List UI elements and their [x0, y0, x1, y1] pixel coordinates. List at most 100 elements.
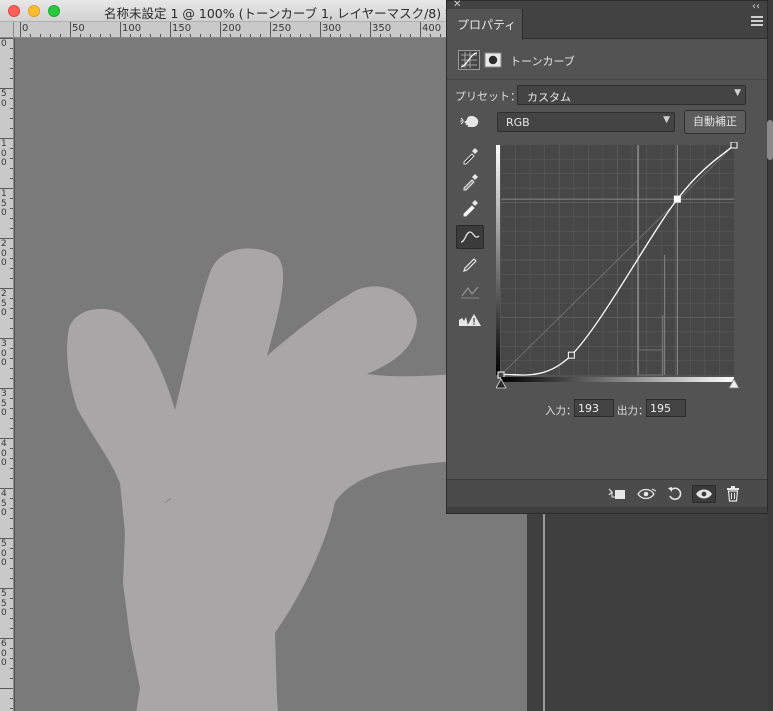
ruler-label: 400	[422, 23, 442, 34]
ruler-label: 50	[72, 23, 85, 34]
ruler-tick	[10, 258, 13, 259]
properties-panel: ✕ プロパティ トーンカーブ プリセット： カスタム ▼ RGB ▼ 自動補正 …	[446, 0, 768, 514]
ruler-tick	[10, 198, 13, 199]
ruler-tick	[10, 628, 13, 629]
curve-control-point	[673, 195, 681, 203]
curves-chart-svg[interactable]	[495, 141, 740, 399]
ruler-tick	[10, 108, 13, 109]
auto-button[interactable]: 自動補正	[684, 110, 746, 134]
document-title: 名称未設定 1 @ 100% (トーンカーブ 1, レイヤーマスク/8) *	[104, 6, 452, 21]
output-field[interactable]: 195	[646, 399, 686, 417]
ruler-tick	[10, 568, 13, 569]
ruler-tick	[10, 58, 13, 59]
channel-dropdown[interactable]: RGB ▼	[497, 112, 675, 132]
tab-properties[interactable]: プロパティ	[447, 9, 523, 40]
panel-header-strip: ✕	[447, 0, 767, 10]
ruler-tick	[420, 22, 421, 37]
ruler-tick	[10, 178, 13, 179]
ruler-label: 350	[372, 23, 392, 34]
output-gradient-bar	[496, 145, 500, 375]
panel-footer	[447, 479, 767, 507]
ruler-tick	[10, 318, 13, 319]
mask-icon[interactable]	[484, 52, 502, 68]
input-gradient-bar	[501, 377, 734, 382]
ruler-tick	[10, 498, 13, 499]
ruler-label: 6 0 0	[1, 639, 7, 668]
clip-to-layer-icon[interactable]	[607, 485, 627, 503]
preset-dropdown[interactable]: カスタム ▼	[517, 85, 746, 105]
ruler-tick	[10, 518, 13, 519]
channel-value: RGB	[506, 116, 530, 129]
eyedropper-gray-icon[interactable]	[456, 170, 484, 194]
ruler-tick	[10, 708, 13, 709]
photoshop-screen: 名称未設定 1 @ 100% (トーンカーブ 1, レイヤーマスク/8) * 0…	[0, 0, 773, 711]
ruler-tick	[10, 398, 13, 399]
ruler-label: 5 0 0	[1, 539, 7, 568]
ruler-tick	[10, 328, 13, 329]
visibility-icon[interactable]	[692, 485, 716, 503]
input-label: 入力：	[545, 405, 577, 417]
ruler-label: 250	[272, 23, 292, 34]
ruler-tick	[10, 298, 13, 299]
curve-control-point	[730, 141, 738, 149]
vertical-ruler[interactable]: 0 5 0 1 0 0 1 5 0 2 0 0 2 5 0 3 0 0 3 5 0 4 0 0 4…	[0, 38, 14, 711]
ruler-tick	[10, 698, 13, 699]
ruler-label: 1 5 0	[1, 189, 7, 218]
ruler-label: 3 0 0	[1, 339, 7, 368]
ruler-label: 0	[1, 39, 7, 49]
ruler-tick	[10, 278, 13, 279]
ruler-tick	[10, 428, 13, 429]
clipping-warning-icon[interactable]	[456, 308, 484, 332]
window-close-button[interactable]	[8, 5, 20, 17]
right-panel-dock	[768, 0, 773, 711]
ruler-label: 2 0 0	[1, 239, 7, 268]
ruler-tick	[10, 478, 13, 479]
curves-graph[interactable]	[495, 141, 740, 399]
horizontal-ruler[interactable]: 0 50 100 150 200 250 300 350 400	[14, 22, 446, 38]
ruler-tick	[120, 22, 121, 37]
targeted-adjustment-hand-icon[interactable]	[459, 113, 481, 131]
panel-resize-grip[interactable]	[447, 507, 767, 513]
eyedropper-black-icon[interactable]	[456, 144, 484, 168]
ruler-tick	[10, 608, 13, 609]
ruler-tick	[10, 528, 13, 529]
ruler-tick	[10, 468, 13, 469]
ruler-tick	[10, 678, 13, 679]
ruler-tick	[10, 98, 13, 99]
ruler-tick	[10, 618, 13, 619]
ruler-tick	[10, 348, 13, 349]
pencil-icon[interactable]	[456, 253, 484, 277]
panel-menu-icon[interactable]	[751, 16, 763, 26]
ruler-tick	[10, 598, 13, 599]
smooth-curve-icon[interactable]	[456, 280, 484, 304]
ruler-tick	[10, 448, 13, 449]
workspace-guide-line	[543, 514, 545, 711]
curve-control-point	[567, 351, 575, 359]
ruler-tick	[220, 22, 221, 37]
ruler-tick	[320, 22, 321, 37]
chevron-down-icon: ▼	[663, 115, 670, 125]
reset-icon[interactable]	[665, 485, 685, 503]
ruler-tick	[370, 22, 371, 37]
view-previous-icon[interactable]	[637, 485, 657, 503]
collapse-panels-icon[interactable]: ‹‹	[752, 1, 760, 12]
ruler-label: 5 0	[1, 89, 7, 109]
eyedropper-white-icon[interactable]	[456, 196, 484, 220]
ruler-origin[interactable]	[0, 22, 14, 38]
trash-icon[interactable]	[723, 485, 743, 503]
ruler-tick	[10, 408, 13, 409]
window-zoom-button[interactable]	[48, 5, 60, 17]
ruler-tick	[10, 248, 13, 249]
curves-adjustment-icon[interactable]	[458, 50, 480, 70]
ruler-tick	[10, 368, 13, 369]
scrollbar-thumb[interactable]	[767, 120, 773, 160]
ruler-tick	[10, 218, 13, 219]
input-field[interactable]: 193	[574, 399, 614, 417]
curve-point-icon[interactable]	[456, 225, 484, 249]
ruler-tick	[10, 378, 13, 379]
ruler-tick	[10, 228, 13, 229]
ruler-label: 5 5 0	[1, 589, 7, 618]
ruler-tick	[10, 668, 13, 669]
ruler-label: 100	[122, 23, 142, 34]
window-minimize-button[interactable]	[28, 5, 40, 17]
